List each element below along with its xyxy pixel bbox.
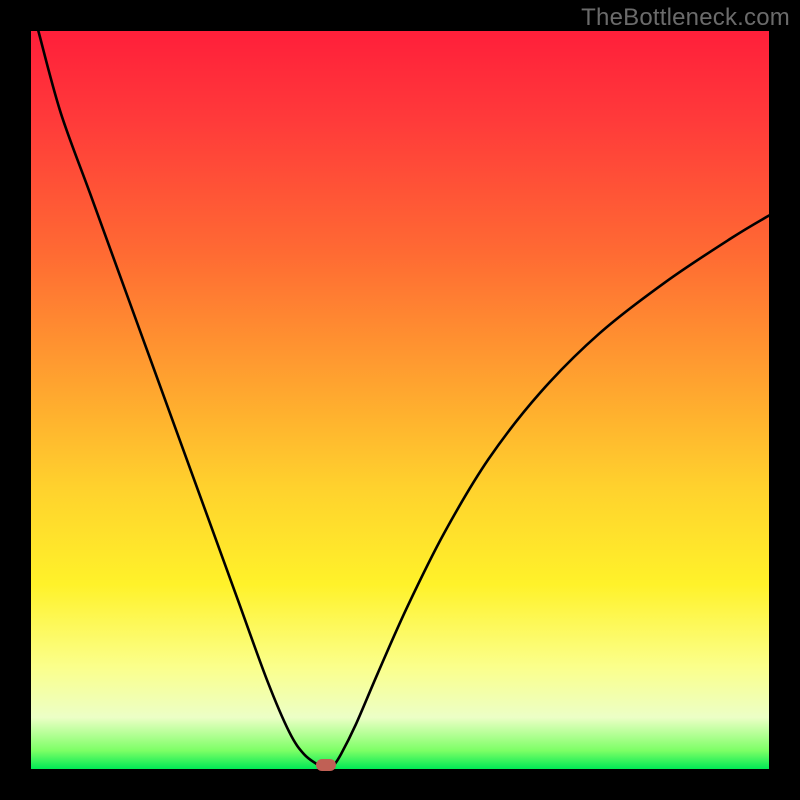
bottleneck-curve xyxy=(38,31,769,769)
watermark-text: TheBottleneck.com xyxy=(581,4,790,32)
chart-frame: TheBottleneck.com xyxy=(0,0,800,800)
plot-area xyxy=(31,31,769,769)
minimum-marker xyxy=(316,759,336,771)
curve-svg xyxy=(31,31,769,769)
